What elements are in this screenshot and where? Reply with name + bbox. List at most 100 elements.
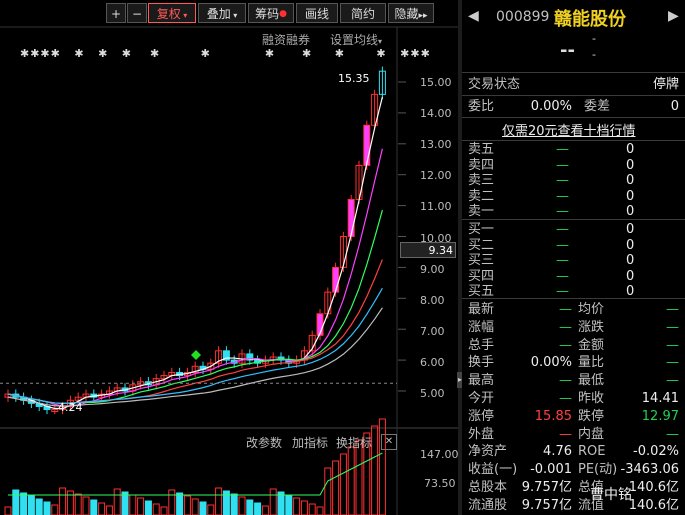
prev-stock-icon[interactable]: ◀ <box>468 8 479 24</box>
change-params-button[interactable]: 改参数 <box>246 434 282 451</box>
bid-volume: 0 <box>626 268 635 284</box>
stat-value: — <box>666 355 679 371</box>
volume-bar <box>332 460 340 515</box>
next-stock-icon[interactable]: ▶ <box>668 8 679 24</box>
ask-row[interactable]: 卖四 — 0 <box>468 158 679 173</box>
bid-label: 买二 <box>468 237 495 253</box>
stats-row: 流通股 9.757亿 流值 140.6亿 <box>468 497 679 515</box>
stat-label: 总股本 <box>468 480 508 495</box>
ask-label: 卖四 <box>468 157 495 173</box>
ask-row[interactable]: 卖一 — 0 <box>468 204 679 219</box>
volume-bar <box>144 500 152 515</box>
volume-bar <box>129 494 137 515</box>
weibi-row: 委比 0.00% 委差 0 <box>468 98 679 116</box>
switch-indicator-button[interactable]: 换指标 <box>336 434 372 451</box>
stat-label: 总手 <box>468 337 495 353</box>
margin-trade-link[interactable]: 融资融券 <box>262 31 310 48</box>
volume-bar <box>35 498 43 515</box>
price-change: - <box>592 32 596 45</box>
diejia-button[interactable]: 叠加 ▾ <box>198 3 246 23</box>
stock-name: 赣能股份 <box>554 9 626 30</box>
bid-row[interactable]: 买三 — 0 <box>468 253 679 268</box>
bid-row[interactable]: 买一 — 0 <box>468 222 679 237</box>
last-price: -- <box>560 40 575 61</box>
volume-bar <box>105 505 113 515</box>
bid-row[interactable]: 买四 — 0 <box>468 269 679 284</box>
stat-label: 均价 <box>578 302 605 317</box>
bid-volume: 0 <box>626 237 635 253</box>
weibi-label: 委比 <box>468 99 495 114</box>
volume-bar <box>152 503 160 515</box>
stat-label: 最新 <box>468 302 495 317</box>
volume-bar <box>137 497 145 515</box>
yincang-label: 隐藏 <box>394 7 419 21</box>
fuquan-label: 复权 <box>156 7 181 21</box>
stat-label: 内盘 <box>578 426 605 442</box>
stat-label: 净资产 <box>468 444 508 460</box>
bid-row[interactable]: 买二 — 0 <box>468 238 679 253</box>
ask-volume: 0 <box>626 173 635 189</box>
stat-value: — <box>559 426 572 442</box>
stat-value: — <box>559 337 572 353</box>
volume-bar <box>168 489 176 515</box>
zoom-in-button[interactable]: + <box>106 3 126 23</box>
ask-label: 卖二 <box>468 188 495 204</box>
moving-average-line <box>7 287 383 404</box>
volume-bar <box>246 499 254 515</box>
volume-bar <box>238 496 246 515</box>
bid-label: 买三 <box>468 253 495 269</box>
volume-bar <box>316 506 324 515</box>
stock-code: 000899 <box>496 9 550 25</box>
volume-bar <box>20 492 28 515</box>
yincang-button[interactable]: 隐藏▸▸ <box>388 3 434 23</box>
jianyue-button[interactable]: 简约 <box>340 3 386 23</box>
stat-value: -3463.06 <box>620 462 679 478</box>
promo-link[interactable]: 仅需20元查看十档行情 <box>502 120 636 139</box>
ask-row[interactable]: 卖五 — 0 <box>468 142 679 157</box>
double-arrow-icon: ▸▸ <box>418 11 428 21</box>
chevron-down-icon: ▾ <box>230 11 238 20</box>
price-tick-label: 15.00 <box>420 76 452 89</box>
ask-price: — <box>556 173 569 189</box>
volume-bar <box>261 505 269 515</box>
set-ma-button[interactable]: 设置均线▾ <box>330 31 382 48</box>
stat-value: 140.6亿 <box>628 480 679 495</box>
volume-bar <box>191 498 199 515</box>
ask-volume: 0 <box>626 188 635 204</box>
chouma-button[interactable]: 筹码● <box>248 3 294 23</box>
volume-bar <box>199 501 207 515</box>
fuquan-button[interactable]: 复权 ▾ <box>148 3 196 23</box>
ask-row[interactable]: 卖二 — 0 <box>468 189 679 204</box>
set-ma-label: 设置均线 <box>330 33 379 47</box>
stat-label: 跌停 <box>578 408 605 424</box>
candle-body <box>363 124 371 166</box>
price-tick-label: 12.00 <box>420 169 452 183</box>
weicha-label: 委差 <box>584 99 611 114</box>
add-indicator-button[interactable]: 加指标 <box>292 434 328 451</box>
close-icon[interactable]: ✕ <box>381 434 397 450</box>
event-markers[interactable]: ✱✱✱✱ ✱ ✱ ✱ ✱ ✱ ✱ ✱ ✱ ✱ ✱✱✱ <box>20 47 431 60</box>
ask-row[interactable]: 卖三 — 0 <box>468 173 679 188</box>
volume-bar <box>293 497 301 515</box>
kline-chart-area[interactable]: + − 复权 ▾ 叠加 ▾ 筹码● 画线 简约 隐藏▸▸ 融资融券 设置均线▾ … <box>0 0 459 515</box>
huaxian-button[interactable]: 画线 <box>296 3 338 23</box>
chevron-down-icon: ▾ <box>180 11 188 20</box>
stat-value: — <box>559 302 572 317</box>
ask-label: 卖五 <box>468 142 495 157</box>
bid-price: — <box>556 237 569 253</box>
stat-value: 0.00% <box>530 355 572 371</box>
stats-row: 换手 0.00% 量比 — <box>468 354 679 372</box>
crosshair-price-box: 9.34 <box>400 242 456 258</box>
volume-axis-top: 147.00 <box>420 448 459 461</box>
volume-bar <box>371 425 379 515</box>
price-tick-label: 5.00 <box>420 387 445 400</box>
divider <box>462 117 685 118</box>
price-change-pct: - <box>592 48 596 61</box>
watermark-text: 曹中铭 <box>590 487 632 503</box>
stats-row: 涨停 15.85 跌停 12.97 <box>468 408 679 426</box>
zoom-out-button[interactable]: − <box>127 3 147 23</box>
bid-price: — <box>556 222 569 237</box>
price-tick-label: 14.00 <box>420 107 452 121</box>
ask-price: — <box>556 204 569 220</box>
volume-bar <box>113 488 121 515</box>
